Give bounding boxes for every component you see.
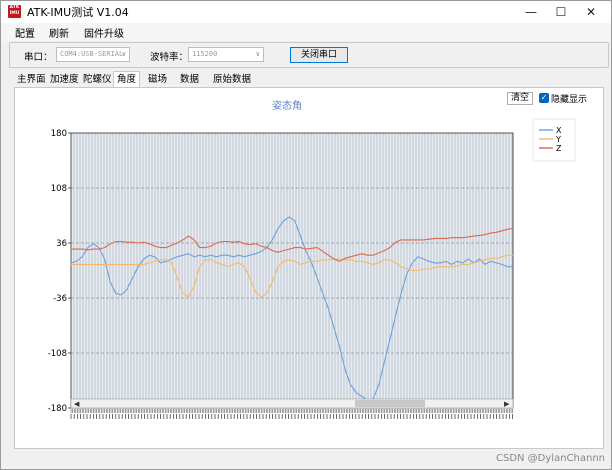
attitude-chart: 姿态角 180 108 36 -36 -108 -180 ◀ ▶ XYZ bbox=[48, 99, 576, 419]
y-tick-label: -36 bbox=[53, 294, 67, 304]
serial-settings: 串口： COM4:USB-SERIAL ∨ 波特率： 115200 ∨ 关闭串口 bbox=[9, 42, 609, 68]
close-button[interactable]: ✕ bbox=[571, 1, 611, 23]
app-logo: ATK IMU bbox=[8, 5, 21, 18]
logo-text-bottom: IMU bbox=[9, 11, 20, 16]
y-tick-label: 36 bbox=[56, 239, 67, 249]
tab-magnetic[interactable]: 磁场 bbox=[145, 72, 170, 88]
tab-data[interactable]: 数据 bbox=[177, 72, 202, 88]
y-tick-label: 180 bbox=[51, 129, 67, 139]
horizontal-scrollbar bbox=[70, 398, 514, 409]
port-select[interactable]: COM4:USB-SERIAL ∨ bbox=[56, 47, 130, 62]
close-port-button[interactable]: 关闭串口 bbox=[290, 47, 348, 63]
angle-panel: 姿态角 180 108 36 -36 -108 -180 ◀ ▶ XYZ 清空 ✓ 隐藏显示 bbox=[14, 87, 604, 449]
menu-firmware-upgrade[interactable]: 固件升级 bbox=[84, 25, 124, 40]
watermark: CSDN @DylanChannn bbox=[495, 453, 605, 464]
scrollbar-thumb bbox=[355, 400, 425, 407]
legend-label-x: X bbox=[556, 126, 562, 135]
title-bar: ATK IMU ATK-IMU测试 V1.04 — ☐ ✕ bbox=[1, 1, 611, 23]
hide-checkbox[interactable]: ✓ bbox=[539, 93, 549, 103]
clear-button[interactable]: 清空 bbox=[507, 92, 533, 105]
baud-value: 115200 bbox=[192, 50, 218, 58]
scroll-left-icon: ◀ bbox=[74, 400, 80, 408]
baud-label: 波特率： bbox=[150, 52, 189, 63]
chart-title: 姿态角 bbox=[272, 99, 302, 112]
window-title: ATK-IMU测试 V1.04 bbox=[27, 6, 129, 19]
port-value: COM4:USB-SERIAL bbox=[60, 50, 124, 58]
baud-select[interactable]: 115200 ∨ bbox=[188, 47, 264, 62]
minimize-icon: — bbox=[525, 5, 537, 19]
tab-raw-data[interactable]: 原始数据 bbox=[210, 72, 254, 88]
status-bar: CSDN @DylanChannn bbox=[1, 451, 611, 469]
port-label: 串口： bbox=[24, 52, 53, 63]
y-tick-label: -108 bbox=[48, 349, 67, 359]
hide-checkbox-label: 隐藏显示 bbox=[551, 95, 588, 105]
maximize-icon: ☐ bbox=[555, 5, 567, 19]
y-tick-label: 108 bbox=[51, 184, 67, 194]
menu-refresh[interactable]: 刷新 bbox=[49, 25, 69, 40]
tab-main[interactable]: 主界面 bbox=[14, 72, 49, 88]
app-window: ATK IMU ATK-IMU测试 V1.04 — ☐ ✕ 配置 刷新 固件升级… bbox=[0, 0, 612, 470]
scroll-right-icon: ▶ bbox=[504, 400, 510, 408]
chevron-down-icon: ∨ bbox=[255, 50, 260, 58]
legend-box bbox=[532, 118, 576, 162]
tab-gyroscope[interactable]: 陀螺仪 bbox=[80, 72, 115, 88]
close-icon: ✕ bbox=[585, 5, 597, 19]
tab-accelerometer[interactable]: 加速度 bbox=[47, 72, 82, 88]
chevron-down-icon: ∨ bbox=[121, 50, 126, 58]
y-tick-label: -180 bbox=[48, 404, 67, 414]
menu-config[interactable]: 配置 bbox=[15, 25, 35, 40]
checkmark-icon: ✓ bbox=[540, 93, 548, 102]
legend-label-z: Z bbox=[556, 144, 562, 153]
menu-bar: 配置 刷新 固件升级 bbox=[1, 23, 611, 41]
tab-angle[interactable]: 角度 bbox=[113, 71, 141, 88]
legend-label-y: Y bbox=[555, 135, 561, 144]
